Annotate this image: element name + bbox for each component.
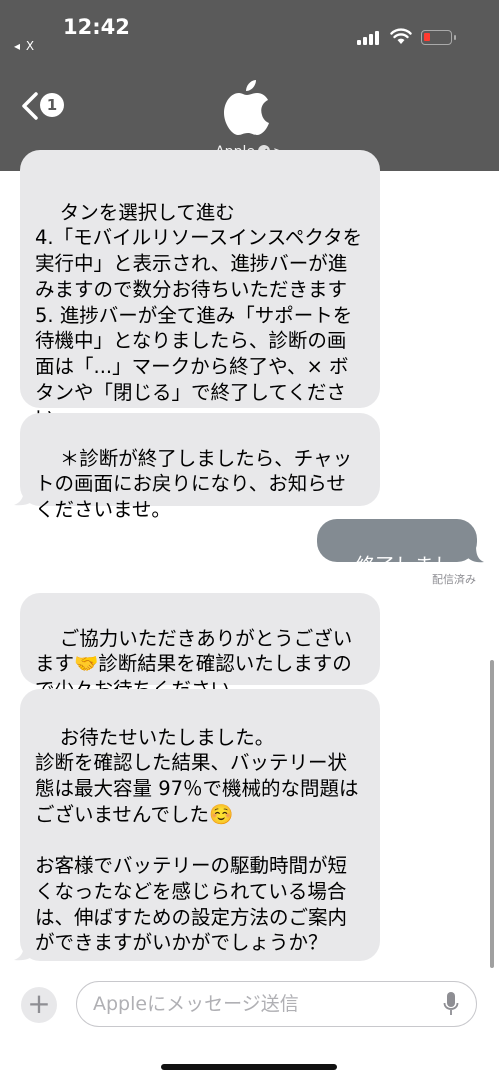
battery-icon <box>421 30 456 45</box>
add-attachment-button[interactable]: + <box>21 987 57 1023</box>
message-input[interactable] <box>93 990 433 1018</box>
cellular-signal-icon <box>357 31 383 45</box>
apple-logo-icon[interactable] <box>222 76 272 136</box>
bubble-tail <box>14 488 34 506</box>
message-bubble-incoming[interactable]: お待たせいたしました。 診断を確認した結果、バッテリー状態は最大容量 97％で機… <box>20 689 380 961</box>
home-indicator[interactable] <box>161 1064 337 1070</box>
scroll-indicator[interactable] <box>490 660 494 968</box>
status-time: 12:42 <box>63 15 130 39</box>
chevron-left-icon <box>22 92 38 120</box>
chat-header: 12:42 ◂ X 1 Apple> <box>0 0 499 171</box>
message-text: タンを選択して進む 4.「モバイルリソースインスペクタを実行中」と表示され、進捗… <box>35 200 363 430</box>
back-button[interactable]: 1 <box>18 88 68 122</box>
message-bubble-outgoing[interactable]: 終了しました。 <box>317 519 477 602</box>
back-to-app-link[interactable]: ◂ X <box>14 39 35 53</box>
delivery-status: 配信済み <box>432 573 476 586</box>
unread-count-badge: 1 <box>40 93 64 117</box>
message-bubble-incoming[interactable]: ご協力いただきありがとうございます🤝診断結果を確認いたしますので少々お待ちくださ… <box>20 593 380 701</box>
wifi-icon <box>390 28 412 44</box>
message-text: ＊診断が終了しましたら、チャットの画面にお戻りになり、お知らせくださいませ。 <box>35 446 353 522</box>
chat-screen: 12:42 ◂ X 1 Apple> タンを選択して進む 4.「モバイルリソース… <box>0 0 499 1080</box>
bubble-tail <box>14 943 34 961</box>
message-bubble-incoming[interactable]: ＊診断が終了しましたら、チャットの画面にお戻りになり、お知らせくださいませ。 <box>20 413 380 521</box>
message-input-field[interactable] <box>76 981 477 1027</box>
bubble-tail <box>467 545 484 563</box>
microphone-icon[interactable] <box>443 992 459 1017</box>
message-text: お待たせいたしました。 診断を確認した結果、バッテリー状態は最大容量 97％で機… <box>35 725 359 955</box>
message-bubble-incoming[interactable]: タンを選択して進む 4.「モバイルリソースインスペクタを実行中」と表示され、進捗… <box>20 150 380 429</box>
